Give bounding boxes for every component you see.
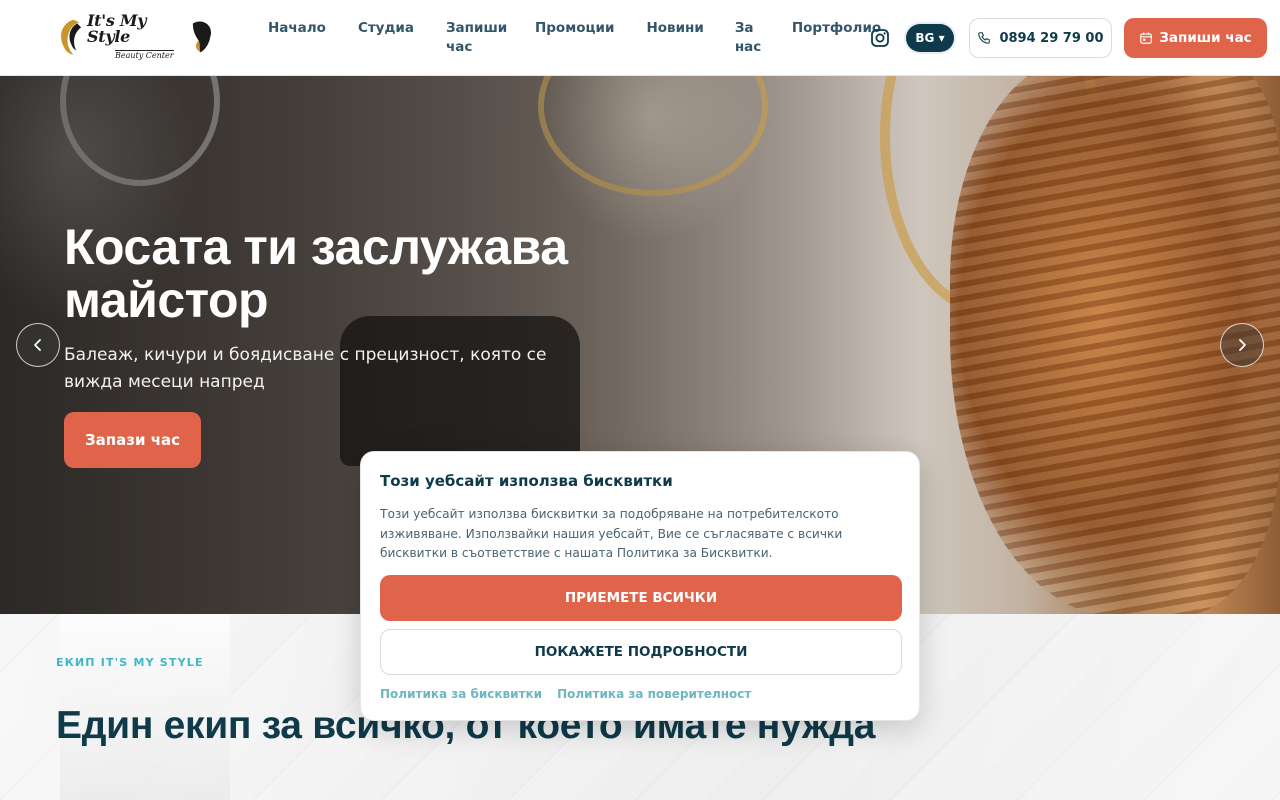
accept-all-button[interactable]: ПРИЕМЕТЕ ВСИЧКИ xyxy=(380,575,902,621)
cookie-links: Политика за бисквитки Политика за повери… xyxy=(380,687,751,701)
nav-book[interactable]: Запиши час xyxy=(446,19,507,57)
nav-news[interactable]: Новини xyxy=(646,19,703,57)
logo-face-icon xyxy=(192,21,211,53)
chevron-left-icon xyxy=(34,339,41,351)
logo-title: It's My Style xyxy=(86,11,147,46)
chevron-right-icon xyxy=(1239,339,1246,351)
nav-portfolio[interactable]: Портфолио xyxy=(792,19,881,57)
instagram-icon[interactable] xyxy=(870,28,890,48)
book-appointment-button[interactable]: Запиши час xyxy=(1124,18,1267,58)
phone-number: 0894 29 79 00 xyxy=(999,30,1104,46)
hero-subtitle: Балеаж, кичури и боядисване с прецизност… xyxy=(64,345,547,392)
logo[interactable]: It's My Style Beauty Center xyxy=(56,11,214,60)
hero-title: Косата ти заслужава майстор xyxy=(64,219,568,328)
hero-book-button[interactable]: Запази час xyxy=(64,412,201,468)
book-button-label: Запиши час xyxy=(1159,30,1252,46)
nav-studio[interactable]: Студиа xyxy=(358,19,414,57)
logo-hair-icon xyxy=(61,19,82,55)
main-nav: Начало Студиа Запиши час Промоции Новини… xyxy=(268,19,881,57)
slider-next-button[interactable] xyxy=(1220,323,1264,367)
site-header: It's My Style Beauty Center Начало Студи… xyxy=(0,0,1280,76)
privacy-policy-link[interactable]: Политика за поверителност xyxy=(557,687,751,701)
section-eyebrow: ЕКИП IT'S MY STYLE xyxy=(56,656,204,669)
show-details-button[interactable]: ПОКАЖЕТЕ ПОДРОБНОСТИ xyxy=(380,629,902,675)
cookie-title: Този уебсайт използва бисквитки xyxy=(380,472,673,490)
nav-home[interactable]: Начало xyxy=(268,19,326,57)
slider-prev-button[interactable] xyxy=(16,323,60,367)
phone-button[interactable]: 0894 29 79 00 xyxy=(969,18,1112,58)
phone-icon xyxy=(978,32,991,44)
nav-about[interactable]: За нас xyxy=(735,19,763,57)
calendar-icon xyxy=(1140,32,1153,44)
language-selector[interactable]: BG ▾ xyxy=(906,24,954,52)
nav-promotions[interactable]: Промоции xyxy=(535,19,614,57)
cookie-policy-link[interactable]: Политика за бисквитки xyxy=(380,687,542,701)
logo-subtitle: Beauty Center xyxy=(114,50,174,60)
cookie-text: Този уебсайт използва бисквитки за подоб… xyxy=(380,507,843,560)
cookie-banner: Този уебсайт използва бисквитки Този уеб… xyxy=(360,451,920,721)
